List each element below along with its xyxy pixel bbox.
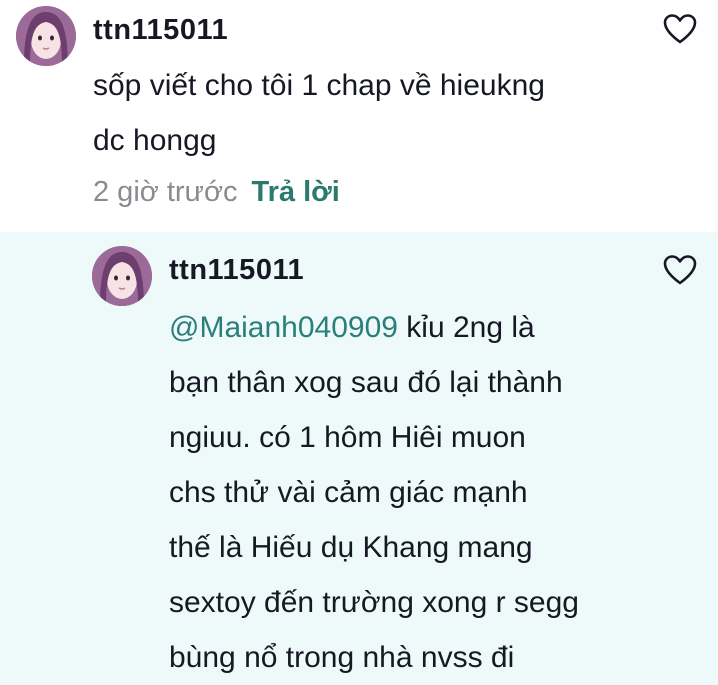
comment-timestamp: 2 giờ trước (93, 176, 238, 208)
heart-outline-icon[interactable] (663, 254, 697, 286)
comment-item: ttn115011 sốp viết cho tôi 1 chap về hie… (0, 0, 718, 232)
comment-username[interactable]: ttn115011 (93, 14, 228, 47)
comment-username[interactable]: ttn115011 (169, 254, 304, 287)
avatar[interactable] (92, 246, 152, 306)
reply-comment-item: ttn115011 @Maianh040909 kỉu 2ng là bạn t… (0, 232, 718, 685)
comment-meta: 2 giờ trước Trả lời (93, 176, 340, 209)
comment-body: kỉu 2ng là bạn thân xog sau đó lại thành… (169, 311, 579, 674)
mention-link[interactable]: @Maianh040909 (169, 311, 398, 344)
heart-outline-icon[interactable] (663, 13, 697, 45)
comment-text: sốp viết cho tôi 1 chap về hieukng dc ho… (93, 69, 545, 157)
reply-button[interactable]: Trả lời (251, 176, 339, 208)
avatar[interactable] (16, 6, 76, 66)
comment-text: @Maianh040909 kỉu 2ng là bạn thân xog sa… (169, 300, 579, 685)
